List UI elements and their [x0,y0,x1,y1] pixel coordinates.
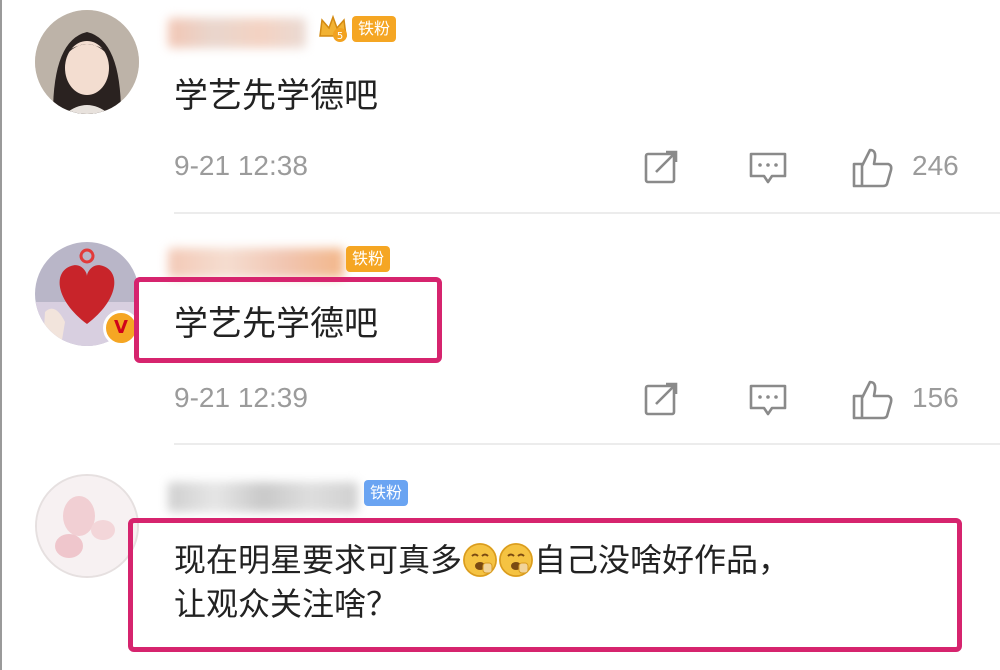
comment-text-line2: 让观众关注啥？ [174,585,399,623]
avatar-image [37,476,137,576]
comment-text: 现在明星要求可真多 自己没啥好作品， 让观众关注啥？ [174,538,954,626]
username-blurred[interactable] [168,482,358,512]
avatar[interactable] [35,474,139,578]
comment-text-part2: 自己没啥好作品， [534,541,791,579]
comment-item-3: 铁粉 现在明星要求可真多 自己没啥好作品， 让观众关注啥？ [0,0,1000,670]
emoji-icon [463,543,498,577]
comment-text-part1: 现在明星要求可真多 [174,541,463,579]
emoji-icon [499,543,534,577]
fan-badge: 铁粉 [364,480,409,506]
